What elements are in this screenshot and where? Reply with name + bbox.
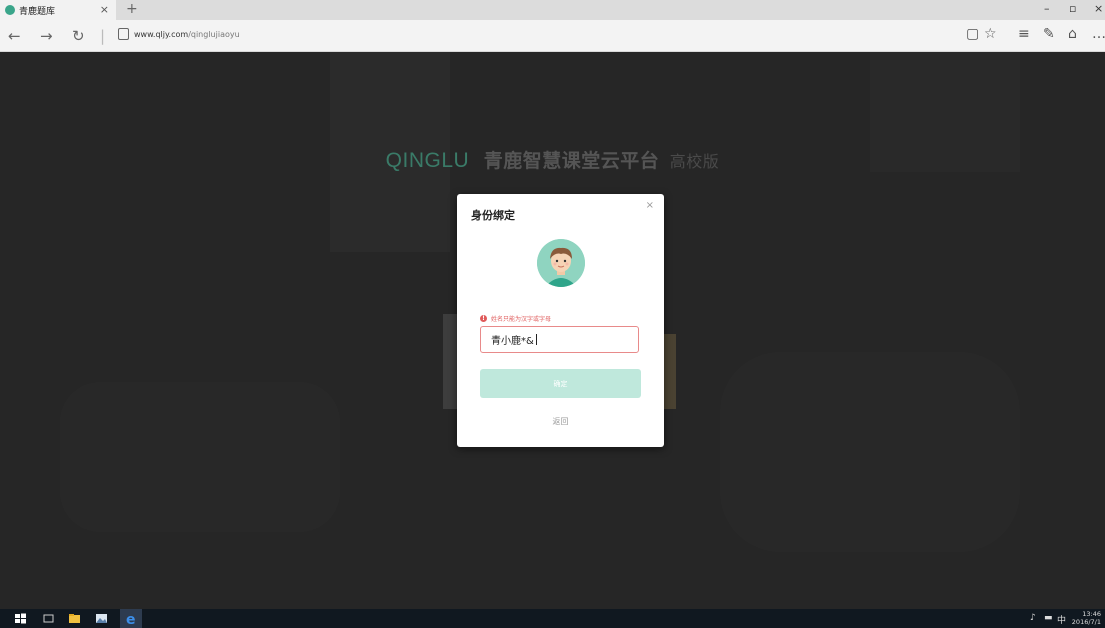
photos-icon[interactable]	[95, 612, 108, 625]
dialog-title: 身份绑定	[471, 209, 515, 222]
refresh-icon[interactable]: ↻	[72, 27, 85, 45]
reading-view-icon[interactable]: ▢	[966, 26, 979, 42]
clock-date: 2016/7/1	[1071, 618, 1101, 626]
name-input-value: 青小鹿*&	[491, 336, 534, 347]
more-icon[interactable]: …	[1092, 26, 1105, 42]
back-arrow-icon[interactable]: ←	[8, 27, 21, 45]
name-input[interactable]: 青小鹿*&	[480, 326, 639, 353]
validation-error: ! 姓名只能为汉字或字母	[480, 314, 551, 323]
brand-logo-text: QINGLU	[385, 149, 470, 172]
edge-taskbar-slot[interactable]: e	[120, 609, 142, 628]
start-windows-icon[interactable]	[14, 612, 27, 625]
url-domain: www.qljy.com	[134, 30, 189, 39]
edge-browser-icon: e	[126, 612, 136, 625]
separator: |	[100, 27, 106, 45]
favorite-star-icon[interactable]: ☆	[984, 26, 997, 42]
tab-title: 青鹿题库	[19, 6, 56, 17]
hub-icon[interactable]: ≡	[1018, 26, 1030, 42]
dialog-close-icon[interactable]: ×	[646, 200, 654, 211]
web-note-icon[interactable]: ✎	[1043, 26, 1055, 42]
confirm-button[interactable]: 确定	[480, 369, 641, 398]
error-message: 姓名只能为汉字或字母	[491, 316, 552, 323]
tab-close-icon[interactable]: ×	[100, 3, 109, 16]
clock-time: 13:46	[1082, 610, 1101, 618]
address-bar: ← → ↻ | www.qljy.com/qinglujiaoyu ▢ ☆ ≡ …	[0, 20, 1105, 52]
brand-header: QINGLU 青鹿智慧课堂云平台 高校版	[0, 146, 1105, 173]
new-tab-button[interactable]: +	[126, 1, 138, 17]
notification-icon[interactable]: ▬	[1044, 613, 1053, 623]
system-clock[interactable]: 13:46 2016/7/1	[1072, 610, 1101, 626]
minimize-icon[interactable]: –	[1044, 2, 1050, 15]
forward-arrow-icon[interactable]: →	[40, 27, 53, 45]
tab-bar: 青鹿题库 × + – ▫ ×	[0, 0, 1105, 20]
boy-avatar-icon	[537, 239, 585, 287]
url-path: /qinglujiaoyu	[188, 30, 240, 39]
identity-binding-dialog: 身份绑定 × ! 姓名只能为汉字或字母 青小鹿*& 确定 返回	[457, 194, 664, 447]
error-icon: !	[480, 315, 487, 322]
browser-tab[interactable]: 青鹿题库 ×	[0, 0, 116, 20]
background-decoration	[60, 382, 340, 532]
site-favicon-icon	[5, 5, 15, 15]
brand-title: 青鹿智慧课堂云平台	[483, 150, 660, 172]
background-decoration	[720, 352, 1020, 552]
avatar	[537, 239, 585, 287]
taskbar: e ♪ ▬ 中 13:46 2016/7/1	[0, 609, 1105, 628]
volume-icon[interactable]: ♪	[1030, 613, 1036, 623]
back-link[interactable]: 返回	[457, 416, 664, 427]
text-caret	[535, 334, 537, 345]
close-window-icon[interactable]: ×	[1094, 2, 1103, 15]
task-view-icon[interactable]	[42, 612, 55, 625]
svg-text:e: e	[126, 612, 136, 625]
illustration-figure	[662, 334, 676, 409]
share-icon[interactable]: ⌂	[1068, 26, 1077, 42]
brand-edition: 高校版	[669, 152, 720, 171]
input-method-indicator[interactable]: 中	[1057, 613, 1066, 626]
maximize-icon[interactable]: ▫	[1069, 2, 1076, 15]
url-field[interactable]: www.qljy.com/qinglujiaoyu	[134, 30, 240, 39]
lock-icon	[118, 28, 129, 40]
file-explorer-icon[interactable]	[68, 612, 81, 625]
